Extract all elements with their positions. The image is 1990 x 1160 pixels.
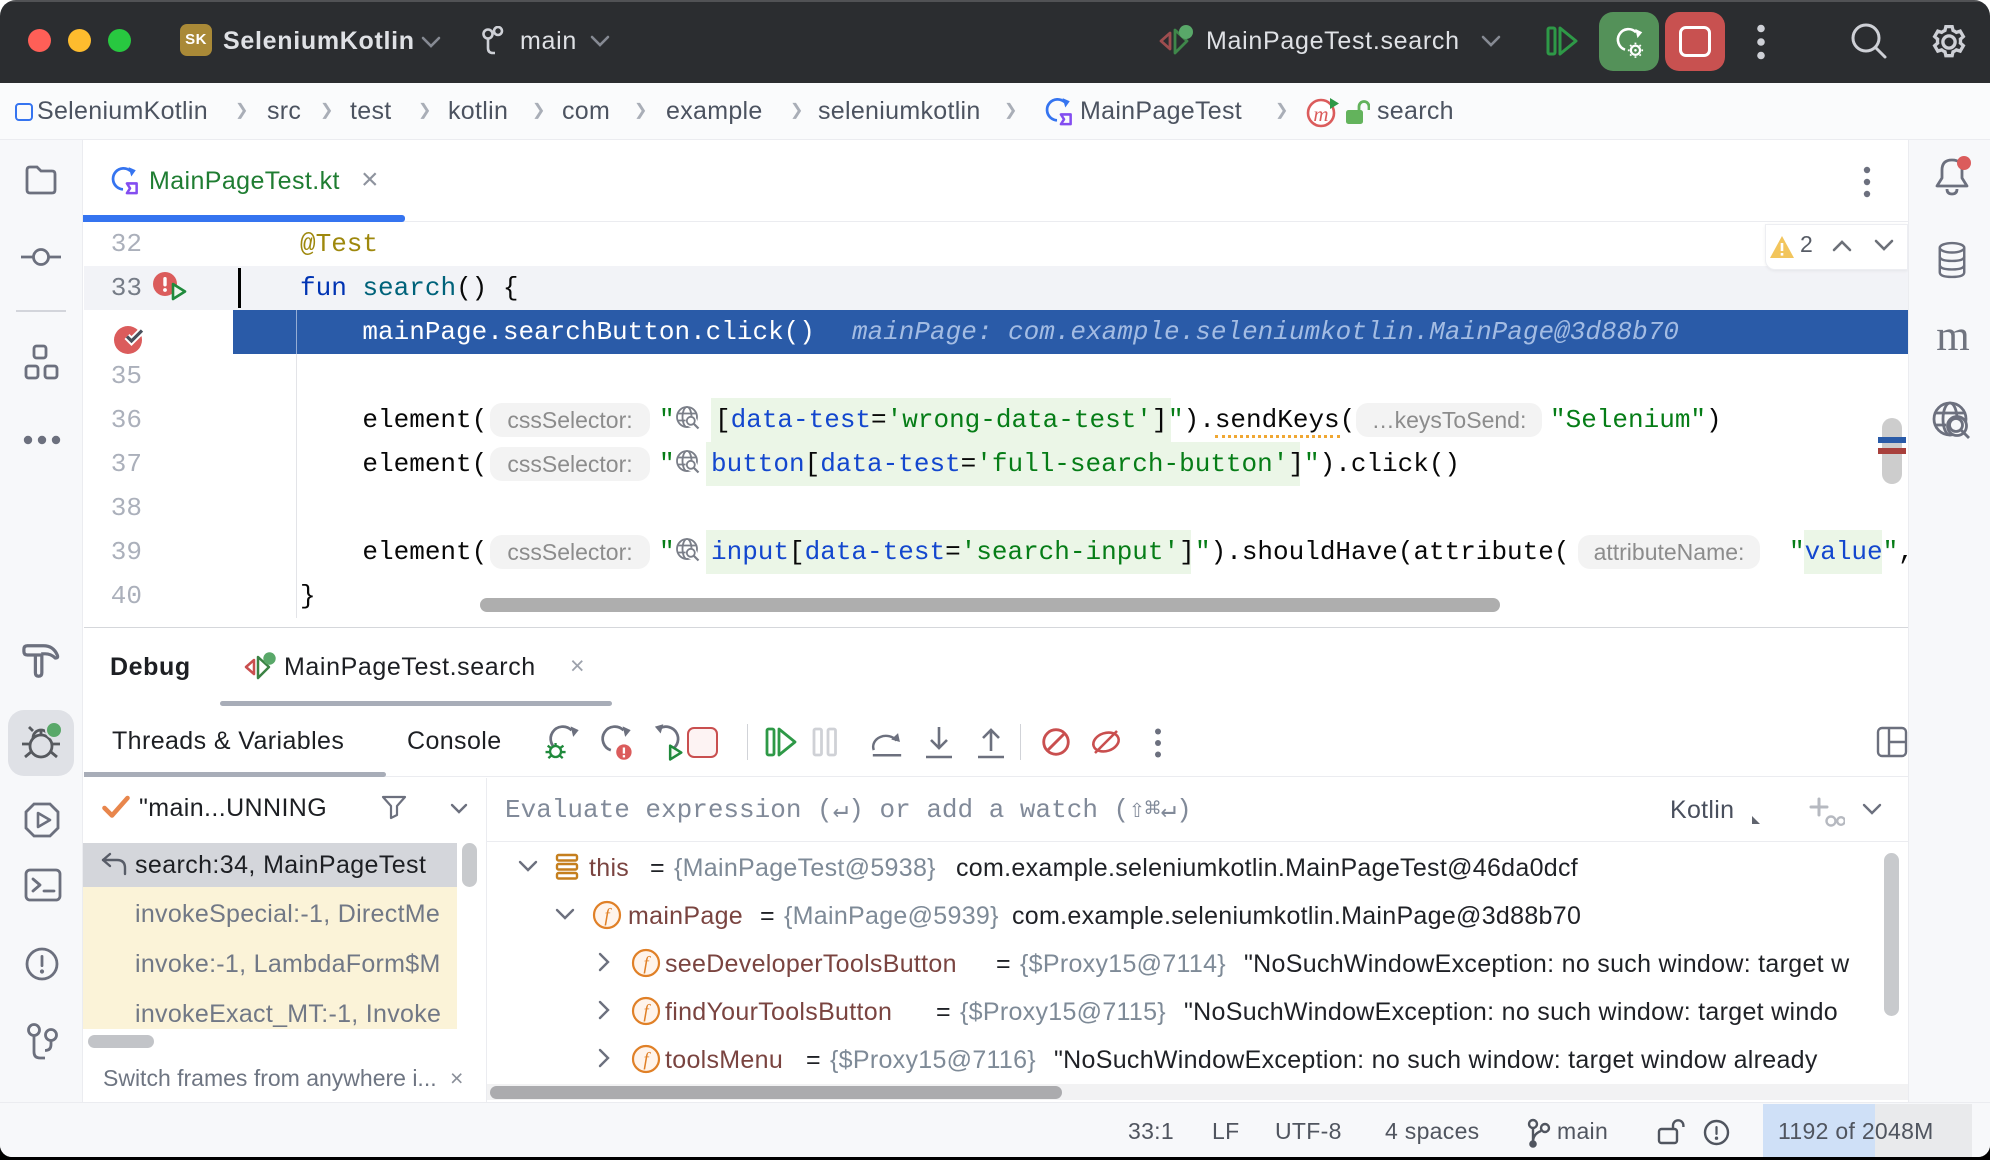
svg-text:m: m [1313,102,1328,126]
